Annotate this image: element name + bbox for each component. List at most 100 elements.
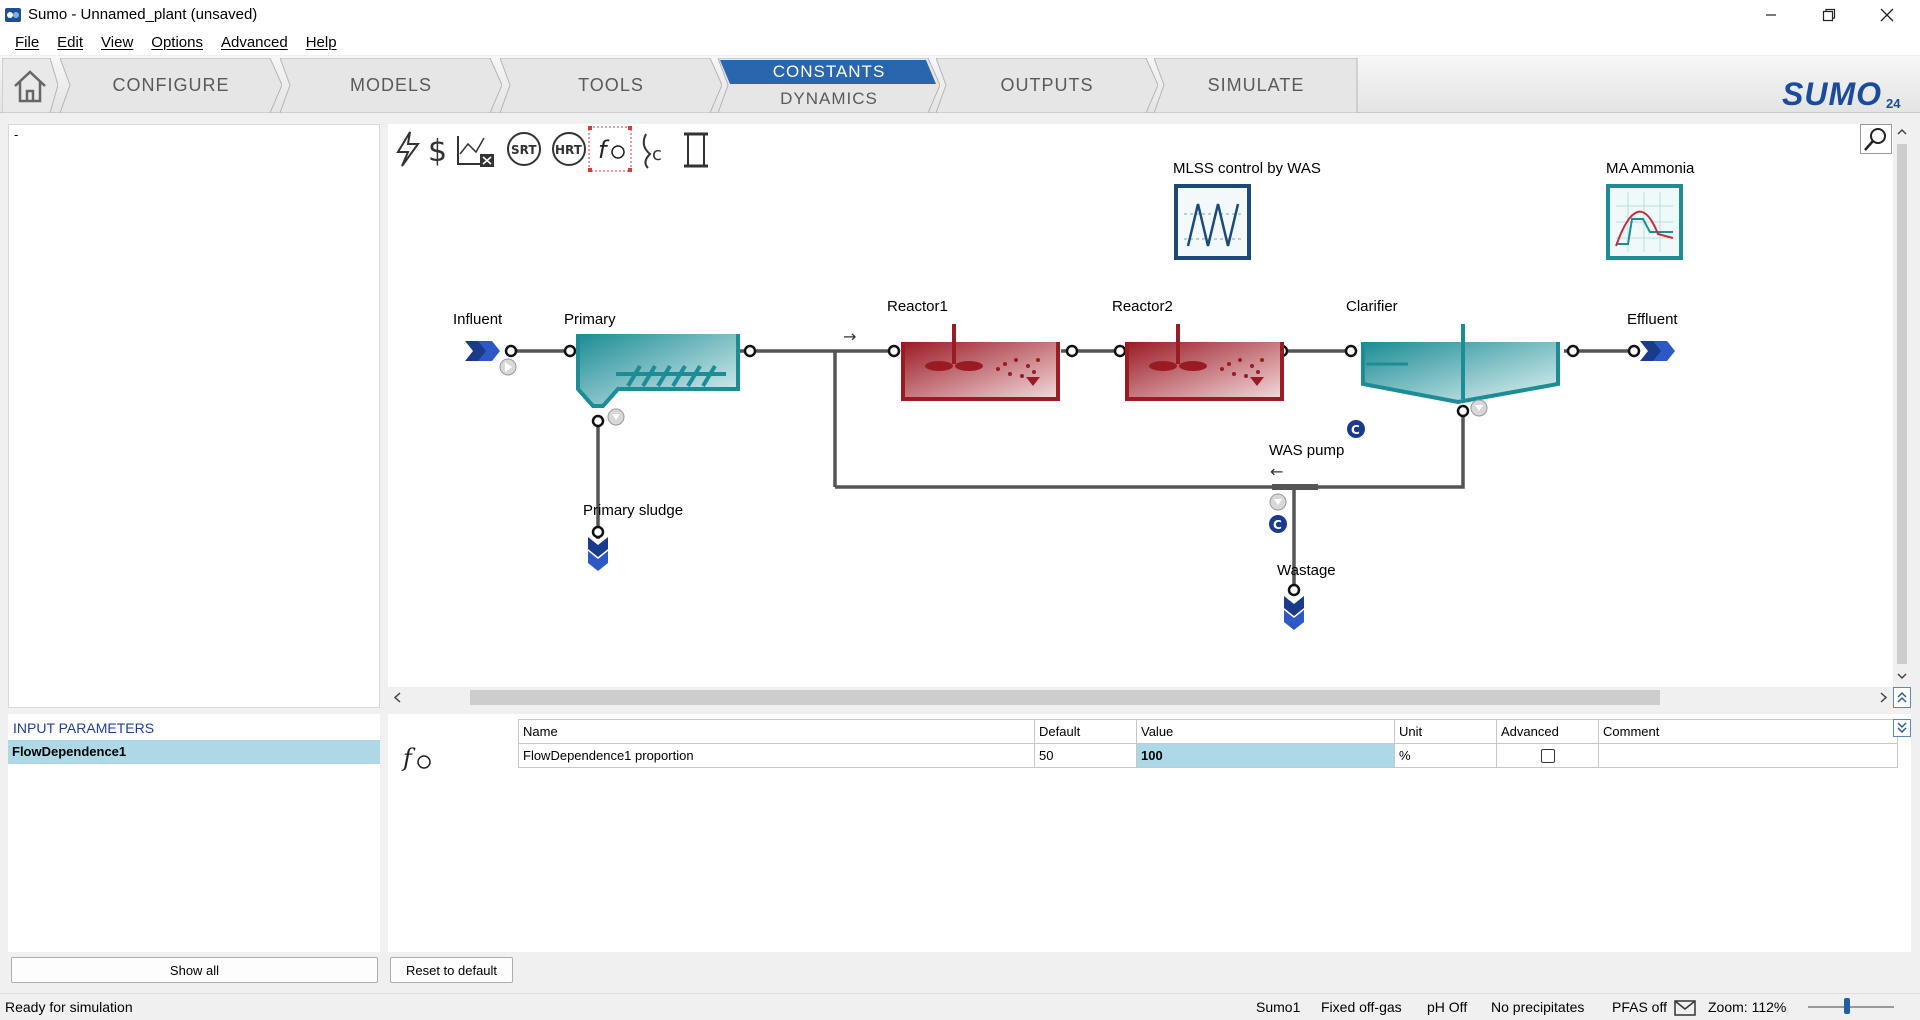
minimize-button[interactable] [1742, 0, 1800, 29]
tab-constants-dynamics[interactable]: CONSTANTS DYNAMICS [718, 58, 940, 113]
tab-simulate[interactable]: SIMULATE [1154, 58, 1358, 113]
reset-default-button[interactable]: Reset to default [390, 957, 513, 983]
label-reactor2: Reactor2 [1112, 298, 1173, 315]
col-unit: Unit [1394, 719, 1497, 744]
collapse-up-button[interactable] [1893, 687, 1911, 708]
col-value: Value [1136, 719, 1395, 744]
mail-icon[interactable] [1674, 1000, 1696, 1016]
horizontal-scroll-thumb[interactable] [470, 690, 1660, 705]
tab-dynamics-label: DYNAMICS [780, 89, 878, 108]
influent-play-icon [499, 358, 517, 376]
tab-models[interactable]: MODELS [280, 58, 502, 113]
restore-button[interactable] [1800, 0, 1858, 29]
status-text: Ready for simulation [5, 999, 133, 1015]
srt-icon[interactable]: SRT [507, 132, 541, 166]
horizontal-scrollbar[interactable] [388, 687, 1893, 708]
wastage-outlet-icon [1284, 596, 1304, 630]
reset-default-label: Reset to default [405, 962, 498, 978]
status-bar: Ready for simulation Sumo1 Fixed off-gas… [0, 993, 1920, 1020]
collapse-down-button[interactable] [1893, 719, 1911, 737]
calc-c-icon[interactable]: c [642, 133, 662, 169]
menu-options[interactable]: Options [151, 34, 203, 51]
flow-dependence-icon[interactable]: f [588, 126, 632, 172]
flow-arrow-left-icon: ← [1270, 462, 1283, 481]
close-button[interactable] [1858, 0, 1916, 29]
parameter-group-label: FlowDependence1 [12, 744, 127, 759]
zoom-slider-track[interactable] [1808, 1006, 1894, 1008]
plant-tree-panel[interactable]: - [8, 124, 380, 708]
table-row: FlowDependence1 proportion 50 100 % [518, 743, 1898, 768]
process-canvas[interactable]: → ← C C $ SRT HRT f c Influent Primary R… [388, 124, 1893, 687]
svg-text:c: c [652, 144, 662, 165]
status-precipitates: No precipitates [1491, 999, 1585, 1015]
col-advanced: Advanced [1496, 719, 1599, 744]
svg-text:C: C [1273, 518, 1282, 532]
svg-text:f: f [598, 136, 610, 164]
hrt-icon[interactable]: HRT [552, 132, 586, 166]
tab-constants-label: CONSTANTS [772, 62, 886, 81]
menu-file[interactable]: File [15, 34, 39, 51]
vertical-scrollbar[interactable] [1893, 124, 1911, 687]
col-default: Default [1034, 719, 1137, 744]
chart-x-icon[interactable] [457, 136, 494, 167]
cell-comment[interactable] [1598, 743, 1898, 768]
menu-help[interactable]: Help [306, 34, 337, 51]
toolbar: $ SRT HRT f c [396, 126, 708, 172]
menu-view[interactable]: View [101, 34, 133, 51]
mlss-control-icon [1174, 184, 1251, 260]
tab-configure-label: CONFIGURE [112, 75, 230, 95]
tab-configure[interactable]: CONFIGURE [60, 58, 282, 113]
scroll-arrows [1897, 128, 1907, 680]
status-model: Sumo1 [1256, 999, 1301, 1015]
cell-unit: % [1394, 743, 1497, 768]
cost-icon[interactable]: $ [428, 134, 447, 169]
table-header-row: Name Default Value Unit Advanced Comment [518, 719, 1898, 744]
svg-text:f: f [401, 744, 416, 772]
tab-tools[interactable]: TOOLS [500, 58, 722, 113]
double-chevron-up-icon [1897, 691, 1907, 703]
zoom-level: Zoom: 112% [1708, 999, 1787, 1015]
tab-tools-label: TOOLS [578, 75, 644, 95]
menu-advanced[interactable]: Advanced [221, 34, 288, 51]
status-ph: pH Off [1427, 999, 1468, 1015]
logo-text: SUMO [1782, 76, 1882, 112]
workflow-nav: CONFIGURE MODELS TOOLS CONSTANTS DYNAMIC… [0, 56, 1920, 113]
flow-dependence-icon: f [401, 744, 431, 772]
effluent-icon [1640, 341, 1675, 361]
close-icon [1880, 8, 1894, 21]
status-pfas: PFAS off [1612, 999, 1667, 1015]
label-primary-sludge: Primary sludge [583, 502, 684, 519]
status-offgas: Fixed off-gas [1321, 999, 1402, 1015]
label-influent: Influent [453, 311, 503, 328]
primary-dropdown-icon [607, 408, 625, 426]
tab-models-label: MODELS [349, 75, 433, 95]
search-icon [1864, 128, 1886, 151]
scroll-icon[interactable] [684, 132, 708, 168]
home-tab[interactable] [2, 58, 58, 113]
double-chevron-down-icon [1897, 722, 1907, 734]
col-name: Name [518, 719, 1035, 744]
zoom-slider-thumb[interactable] [1844, 998, 1850, 1014]
flow-arrow-right-icon: → [843, 327, 856, 346]
cell-name: FlowDependence1 proportion [518, 743, 1035, 768]
clarifier-dropdown-icon [1470, 399, 1488, 417]
cell-value[interactable]: 100 [1136, 743, 1395, 768]
parameter-group-item[interactable]: FlowDependence1 [8, 740, 380, 764]
influent-icon [465, 341, 500, 361]
canvas-search-button[interactable] [1860, 124, 1892, 154]
tree-placeholder: - [14, 127, 19, 142]
tab-outputs[interactable]: OUTPUTS [936, 58, 1158, 113]
col-comment: Comment [1598, 719, 1898, 744]
title-bar: Sumo - Unnamed_plant (unsaved) [0, 0, 1920, 29]
clarifier-icon [1361, 324, 1560, 405]
logo-version: 24 [1886, 96, 1901, 111]
show-all-button[interactable]: Show all [11, 957, 378, 983]
window-title: Sumo - Unnamed_plant (unsaved) [28, 6, 258, 23]
menu-edit[interactable]: Edit [57, 34, 83, 51]
power-icon[interactable] [396, 131, 420, 167]
input-parameters-list: INPUT PARAMETERS FlowDependence1 [8, 714, 380, 952]
advanced-checkbox[interactable] [1540, 749, 1555, 764]
restore-icon [1822, 8, 1836, 21]
flowsheet: → ← C C $ SRT HRT f c [396, 126, 1683, 630]
svg-text:$: $ [428, 134, 447, 169]
